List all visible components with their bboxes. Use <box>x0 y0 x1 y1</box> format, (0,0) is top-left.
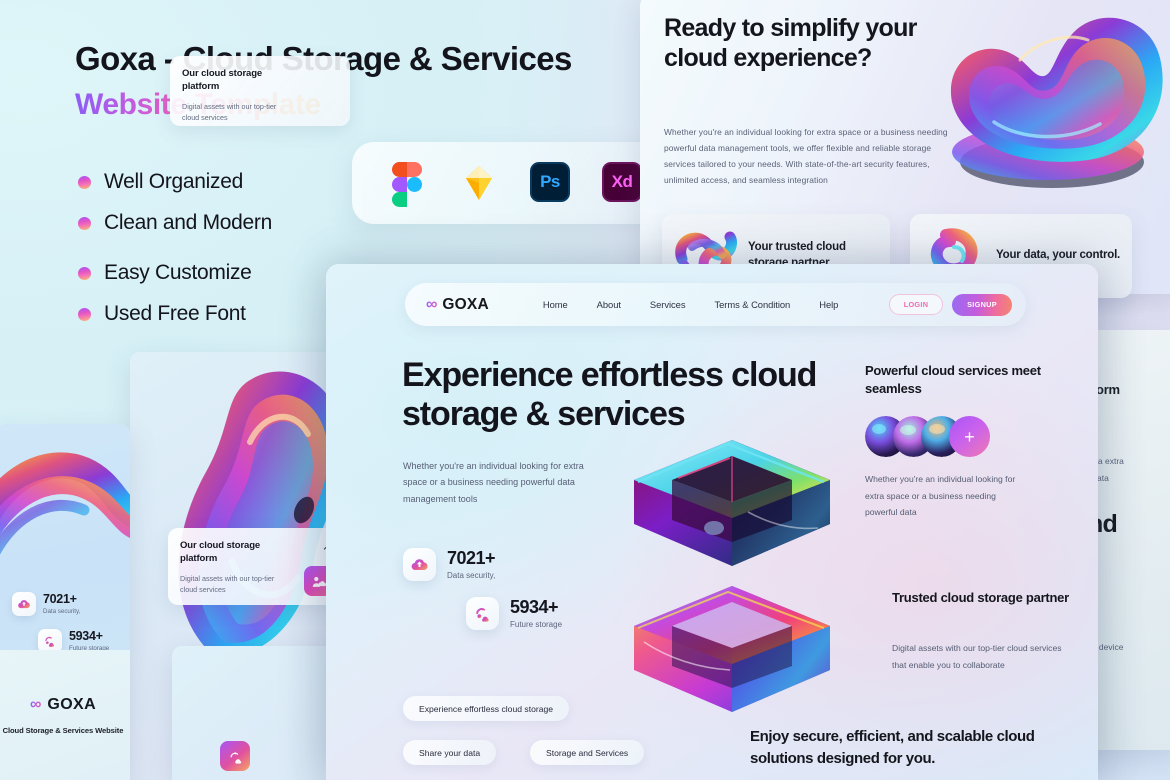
add-more-button[interactable]: + <box>949 416 990 457</box>
ready-body: Whether you're an individual looking for… <box>664 127 948 186</box>
stat-value: 5934+ <box>510 597 559 618</box>
iridescent-blob-icon <box>950 17 1163 188</box>
sketch-icon: Sketch <box>458 162 500 204</box>
nav-actions: LOGIN SIGNUP <box>889 293 1012 316</box>
stat-label: Data security, <box>447 570 496 580</box>
mini-card-title: Our cloud storage platform <box>182 68 263 93</box>
panel-left-footer: ∞ GOXA Cloud Storage & Services Website <box>0 650 130 780</box>
promo-card-title: Your data, your control. <box>996 249 1121 262</box>
closing-statement: Enjoy secure, efficient, and scalable cl… <box>750 728 1035 767</box>
bullet-dot-icon <box>78 307 91 321</box>
iridescent-cube-icon <box>634 440 830 712</box>
stat-item: 7021+ Data security, <box>12 592 80 616</box>
hero-mockup: ∞ GOXA Home About Services Terms & Condi… <box>326 264 1098 780</box>
panel-left-stats: 7021+ Data security, 5934+ Future storag… <box>0 424 130 780</box>
brand-logo[interactable]: ∞ GOXA <box>426 296 489 314</box>
stat-value: 7021+ <box>447 548 496 569</box>
infinity-icon: ∞ <box>29 695 42 713</box>
stat-value: 5934+ <box>69 628 103 643</box>
intro-block: Goxa - Cloud Storage & Services Website … <box>75 40 635 122</box>
mini-card-body: Digital assets with our top-tier cloud s… <box>182 101 277 123</box>
hero-right-title-2: Trusted cloud storage partner <box>892 590 1069 605</box>
hero-right-body-2: Digital assets with our top-tier cloud s… <box>892 643 1062 670</box>
infinity-icon: ∞ <box>426 295 438 313</box>
hero-right-body: Whether you're an individual looking for… <box>865 474 1016 517</box>
navbar: ∞ GOXA Home About Services Terms & Condi… <box>405 283 1026 326</box>
bullet-dot-icon <box>78 266 91 280</box>
bullet-dot-icon <box>78 175 91 189</box>
nav-link-services[interactable]: Services <box>650 299 686 310</box>
preview-canvas: Goxa - Cloud Storage & Services Website … <box>0 0 1170 780</box>
brand-logo: ∞ GOXA <box>30 696 96 714</box>
cloud-upload-icon <box>403 548 436 581</box>
mini-card-body: Digital assets with our top-tier cloud s… <box>180 573 275 595</box>
feature-label: Used Free Font <box>104 302 246 325</box>
ready-title: Ready to simplify your cloud experience? <box>664 14 917 72</box>
signup-button[interactable]: SIGNUP <box>952 293 1012 316</box>
nav-link-terms[interactable]: Terms & Condition <box>714 299 790 310</box>
login-button[interactable]: LOGIN <box>889 294 943 315</box>
feature-label: Easy Customize <box>104 261 252 284</box>
xd-icon: Xd <box>602 162 644 204</box>
mini-card-title: Our cloud storage platform <box>180 540 261 565</box>
footer-tagline: Cloud Storage & Services Website <box>2 725 124 735</box>
feature-label: Clean and Modern <box>104 211 272 234</box>
mid-panel-card[interactable]: Cloud storage platform that puts securit… <box>220 741 340 780</box>
app-compatibility-bar: Figma Sketch Ps Xd <box>352 142 682 224</box>
figma-icon: Figma <box>386 162 428 207</box>
wave-blob-icon <box>0 452 130 555</box>
photoshop-icon: Ps <box>530 162 572 204</box>
tag-pill-experience[interactable]: Experience effortless cloud storage <box>403 696 570 721</box>
cloud-shield-icon <box>220 741 250 771</box>
stat-item: 5934+ Future storage <box>466 597 562 630</box>
brand-name: GOXA <box>47 695 97 713</box>
hero-body: Whether you're an individual looking for… <box>403 461 584 504</box>
mini-card-bottom[interactable]: Our cloud storage platform Digital asset… <box>168 528 343 605</box>
cloud-upload-icon <box>12 592 36 616</box>
brand-name: GOXA <box>442 295 489 313</box>
page-title: Goxa - Cloud Storage & Services <box>75 40 572 77</box>
nav-link-help[interactable]: Help <box>819 299 838 310</box>
feature-label: Well Organized <box>104 170 243 193</box>
stat-value: 7021+ <box>43 591 77 606</box>
panel-right-clipped: tform or a extra l data nd ss device <box>1086 330 1170 750</box>
tag-pill-storage[interactable]: Storage and Services <box>530 740 645 765</box>
stat-label: Future storage <box>510 619 563 629</box>
cloud-sync-user-icon <box>466 597 499 630</box>
nav-link-home[interactable]: Home <box>543 299 568 310</box>
avatar-group: + <box>865 416 990 457</box>
stat-label: Data security, <box>43 608 81 616</box>
mini-card-top[interactable]: Our cloud storage platform Digital asset… <box>170 56 350 126</box>
tag-pill-share[interactable]: Share your data <box>403 740 497 765</box>
nav-link-about[interactable]: About <box>597 299 621 310</box>
hero-right-title: Powerful cloud services meet seamless <box>865 363 1041 397</box>
stat-item: 7021+ Data security, <box>403 548 496 581</box>
nav-links: Home About Services Terms & Condition He… <box>543 299 839 310</box>
bullet-dot-icon <box>78 216 91 230</box>
